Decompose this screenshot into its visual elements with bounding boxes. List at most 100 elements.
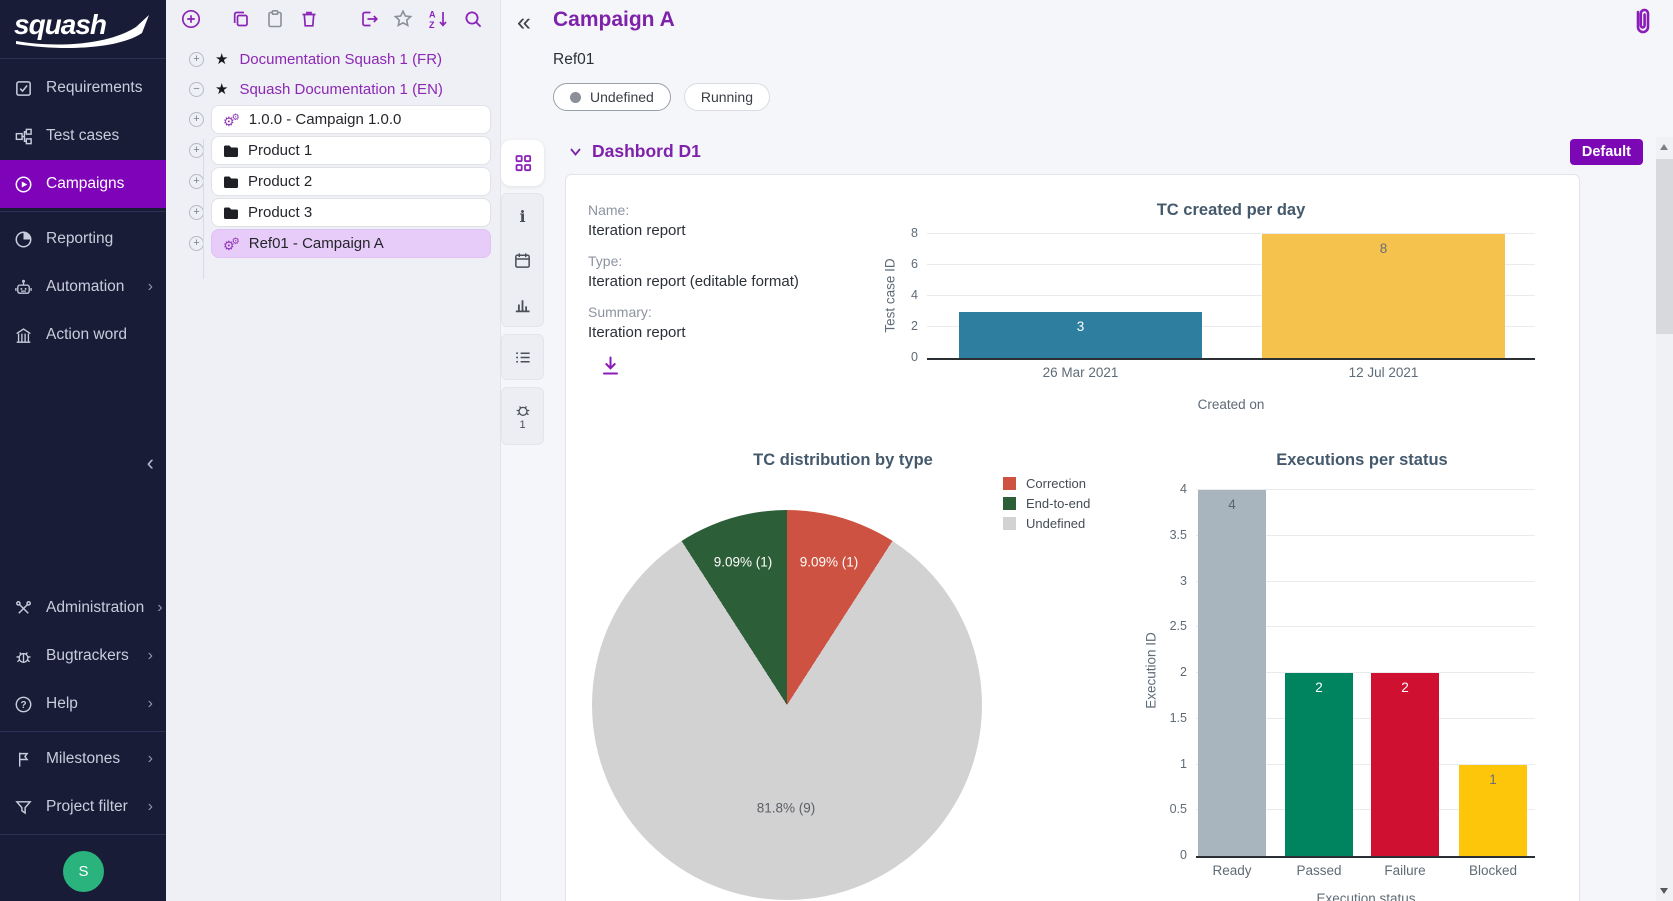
- collapse-tree-button[interactable]: «: [517, 8, 531, 37]
- sidebar-item-project-filter[interactable]: Project filter ›: [0, 783, 166, 831]
- bar-value-label: 2: [1315, 680, 1323, 695]
- pie-slice-label-undefined: 81.8% (9): [757, 801, 816, 816]
- tab-statistics[interactable]: [502, 282, 543, 326]
- status-badge-running[interactable]: Running: [684, 83, 770, 111]
- status-badge-label: Undefined: [590, 89, 654, 105]
- y-axis-label-test-case-id: Test case ID: [883, 216, 898, 376]
- sidebar-item-requirements[interactable]: Requirements: [0, 64, 166, 112]
- y-tick-label: 0: [911, 350, 918, 364]
- export-button[interactable]: [356, 6, 382, 32]
- sidebar-item-action-word[interactable]: Action word: [0, 311, 166, 359]
- tree-node-product-1: + Product 1: [189, 135, 500, 166]
- pie-legend: Correction End-to-end Undefined: [1003, 476, 1090, 536]
- x-tick-label: 26 Mar 2021: [1043, 365, 1119, 380]
- tree-node-card[interactable]: Product 3: [211, 198, 491, 227]
- star-icon: ★: [215, 82, 228, 97]
- scroll-down-arrow-icon[interactable]: [1660, 888, 1668, 894]
- sidebar-divider: [0, 211, 166, 212]
- squash-logo[interactable]: squash: [8, 5, 160, 51]
- report-info-block: Name: Iteration report Type: Iteration r…: [588, 201, 888, 343]
- tree-node-label: Product 2: [248, 173, 312, 190]
- vertical-scrollbar[interactable]: [1656, 137, 1673, 901]
- tab-issues[interactable]: 1: [502, 388, 543, 444]
- sidebar-collapse-button[interactable]: ‹: [147, 452, 154, 474]
- tree-project-label: Squash Documentation 1 (EN): [239, 81, 442, 98]
- report-type-label: Type:: [588, 252, 888, 271]
- expand-icon[interactable]: +: [189, 236, 204, 251]
- legend-swatch-undefined: [1003, 517, 1016, 530]
- dashboard-heading-row: Dashbord D1 Default: [565, 139, 1643, 169]
- sidebar-item-help[interactable]: ? Help ›: [0, 680, 166, 728]
- tree-node-label: 1.0.0 - Campaign 1.0.0: [249, 111, 402, 128]
- sidebar-item-bugtrackers[interactable]: Bugtrackers ›: [0, 632, 166, 680]
- sidebar-item-reporting[interactable]: Reporting: [0, 215, 166, 263]
- bar-value-label: 1: [1489, 772, 1497, 787]
- tab-planning[interactable]: [502, 238, 543, 282]
- tree-node-card[interactable]: Product 1: [211, 136, 491, 165]
- tree-project-documentation-squash-1-fr[interactable]: + ★ Documentation Squash 1 (FR): [166, 44, 500, 74]
- dashboard-panel: Name: Iteration report Type: Iteration r…: [565, 174, 1580, 901]
- tree-node-campaign-1-0-0: + ⚙⚙ 1.0.0 - Campaign 1.0.0: [189, 104, 500, 135]
- sidebar-item-campaigns[interactable]: Campaigns: [0, 160, 166, 208]
- copy-button[interactable]: [228, 6, 254, 32]
- collapse-icon[interactable]: −: [189, 82, 204, 97]
- user-avatar[interactable]: S: [63, 851, 104, 892]
- status-badge-undefined[interactable]: Undefined: [553, 83, 671, 111]
- expand-icon[interactable]: +: [189, 112, 204, 127]
- expand-icon[interactable]: +: [189, 174, 204, 189]
- tree-project-squash-documentation-1-en[interactable]: − ★ Squash Documentation 1 (EN): [166, 74, 500, 104]
- scroll-up-arrow-icon[interactable]: [1660, 144, 1668, 150]
- y-tick-label: 4: [911, 288, 918, 302]
- status-badge-label: Running: [701, 89, 753, 105]
- sidebar-nav-top: Requirements Test cases Campaigns Report…: [0, 64, 166, 359]
- sidebar-item-milestones[interactable]: Milestones ›: [0, 735, 166, 783]
- chevron-right-icon: ›: [148, 695, 153, 713]
- favorite-star-button[interactable]: [390, 6, 416, 32]
- tree-node-card[interactable]: Product 2: [211, 167, 491, 196]
- legend-label: End-to-end: [1026, 496, 1090, 511]
- sidebar: squash Requirements Test cases Campaigns…: [0, 0, 166, 901]
- scrollbar-thumb[interactable]: [1656, 159, 1673, 334]
- pie-slice-label-correction: 9.09% (1): [800, 555, 859, 570]
- star-icon: ★: [215, 52, 228, 67]
- expand-icon[interactable]: +: [189, 52, 204, 67]
- y-tick-label: 8: [911, 226, 918, 240]
- tree-node-card-selected[interactable]: ⚙⚙ Ref01 - Campaign A: [211, 229, 491, 258]
- tc-created-per-day-plot: 02468326 Mar 2021812 Jul 2021: [927, 234, 1535, 360]
- tree-node-card[interactable]: ⚙⚙ 1.0.0 - Campaign 1.0.0: [211, 105, 491, 134]
- x-axis-label-execution-status: Execution status: [1166, 891, 1566, 901]
- sidebar-item-label: Bugtrackers: [46, 647, 129, 665]
- search-icon[interactable]: [460, 6, 486, 32]
- download-icon: [600, 355, 621, 377]
- sidebar-item-test-cases[interactable]: Test cases: [0, 112, 166, 160]
- sort-button[interactable]: AZ: [425, 6, 451, 32]
- campaign-icon: ⚙⚙: [223, 235, 240, 252]
- add-button[interactable]: [178, 6, 204, 32]
- sidebar-item-label: Help: [46, 695, 78, 713]
- y-tick-label: 4: [1180, 482, 1187, 496]
- tab-dashboard[interactable]: [501, 140, 544, 186]
- x-axis-label-created-on: Created on: [931, 397, 1531, 412]
- dashboard-title[interactable]: Dashbord D1: [592, 141, 701, 162]
- report-name-value: Iteration report: [588, 220, 888, 241]
- report-name-label: Name:: [588, 201, 888, 220]
- bar-Passed: [1285, 673, 1353, 856]
- legend-row-end-to-end: End-to-end: [1003, 496, 1090, 511]
- paste-button[interactable]: [262, 6, 288, 32]
- expand-icon[interactable]: +: [189, 143, 204, 158]
- attachments-button[interactable]: [1630, 6, 1656, 43]
- download-report-button[interactable]: [600, 355, 621, 382]
- expand-icon[interactable]: +: [189, 205, 204, 220]
- delete-button[interactable]: [296, 6, 322, 32]
- sidebar-item-automation[interactable]: Automation ›: [0, 263, 166, 311]
- svg-text:?: ?: [20, 699, 26, 710]
- chevron-right-icon: ›: [148, 278, 153, 296]
- sidebar-item-administration[interactable]: Administration ›: [0, 584, 166, 632]
- tab-execution-plan[interactable]: [502, 335, 543, 379]
- default-dashboard-badge: Default: [1570, 139, 1643, 165]
- folder-icon: [223, 144, 239, 158]
- status-badges: Undefined Running: [553, 83, 770, 111]
- tab-information[interactable]: i: [502, 194, 543, 238]
- action-word-icon: [13, 325, 33, 345]
- chevron-down-icon[interactable]: [569, 147, 582, 157]
